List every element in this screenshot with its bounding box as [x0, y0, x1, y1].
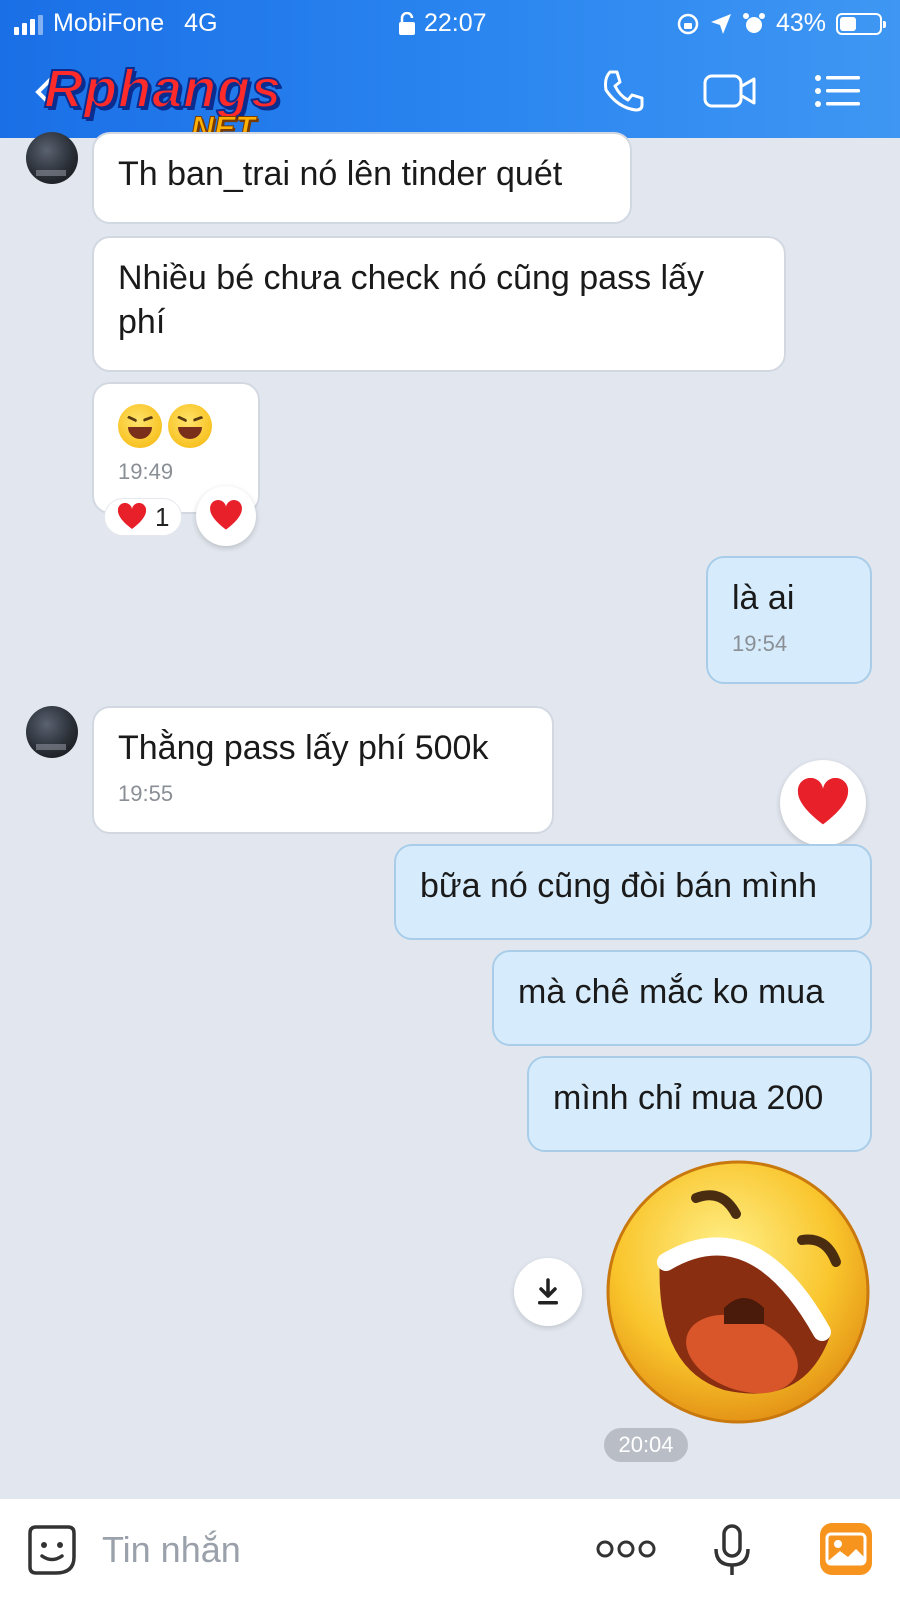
avatar[interactable]	[26, 706, 78, 758]
battery-icon	[836, 12, 886, 35]
message-text: là ai	[732, 579, 795, 617]
chat-header: MobiFone 4G 22:07 43% Rphangs .NET	[0, 0, 900, 147]
network-type: 4G	[184, 9, 218, 37]
heart-icon	[210, 500, 242, 530]
message-bubble-outgoing[interactable]: mình chỉ mua 200	[527, 1056, 872, 1152]
message-list[interactable]: Th ban_trai nó lên tinder quét Nhiều bé …	[0, 132, 900, 1498]
microphone-icon[interactable]	[712, 1523, 752, 1579]
heart-icon	[117, 503, 147, 529]
heart-icon	[797, 778, 849, 825]
signal-icon	[14, 13, 43, 35]
message-emoji-row	[118, 404, 218, 449]
carrier-name: MobiFone	[53, 9, 165, 37]
download-icon	[538, 1278, 558, 1305]
menu-list-icon[interactable]	[812, 66, 862, 116]
message-text: mình chỉ mua 200	[553, 1079, 824, 1117]
phone-icon[interactable]	[598, 66, 648, 116]
grinning-squint-emoji	[118, 404, 162, 449]
message-time: 19:54	[732, 631, 788, 656]
reaction-count-pill[interactable]: 1	[104, 498, 183, 536]
message-bubble-incoming[interactable]: Th ban_trai nó lên tinder quét	[92, 132, 632, 224]
location-icon	[710, 13, 731, 34]
message-text: bữa nó cũng đòi bán mình	[420, 867, 818, 905]
message-text: Thằng pass lấy phí 500k	[118, 729, 489, 767]
message-bubble-outgoing[interactable]: mà chê mắc ko mua	[492, 950, 872, 1046]
message-text: Nhiều bé chưa check nó cũng pass lấy phí	[118, 259, 705, 341]
message-input-bar: Tin nhắn	[0, 1498, 900, 1600]
message-bubble-outgoing[interactable]: là ai 19:54	[706, 556, 872, 684]
message-bubble-incoming[interactable]: Nhiều bé chưa check nó cũng pass lấy phí	[92, 236, 786, 372]
alarm-icon	[742, 12, 765, 33]
message-input[interactable]: Tin nhắn	[102, 1529, 241, 1571]
more-dots-icon[interactable]	[596, 1539, 656, 1559]
sticker-time: 20:04	[604, 1428, 688, 1462]
message-text: Th ban_trai nó lên tinder quét	[118, 155, 563, 193]
laughing-face-sticker[interactable]	[604, 1158, 872, 1426]
reaction-count: 1	[155, 501, 170, 532]
emoji-sticker-icon[interactable]	[26, 1523, 78, 1577]
status-time: 22:07	[424, 9, 487, 37]
lock-icon	[399, 11, 415, 35]
image-gallery-icon[interactable]	[818, 1521, 874, 1577]
download-sticker-button[interactable]	[514, 1258, 582, 1326]
message-time: 19:49	[118, 459, 174, 485]
battery-percent: 43%	[775, 9, 826, 37]
react-heart-button[interactable]	[780, 760, 866, 846]
video-call-icon[interactable]	[702, 66, 758, 116]
grinning-squint-emoji	[168, 404, 212, 449]
react-heart-button[interactable]	[196, 486, 256, 546]
status-bar: MobiFone 4G 22:07 43%	[0, 0, 900, 46]
message-bubble-outgoing[interactable]: bữa nó cũng đòi bán mình	[394, 844, 872, 940]
message-text: mà chê mắc ko mua	[518, 973, 825, 1011]
message-bubble-incoming[interactable]: Thằng pass lấy phí 500k 19:55	[92, 706, 554, 834]
avatar[interactable]	[26, 132, 78, 184]
message-time: 19:55	[118, 781, 174, 806]
rotation-lock-icon	[677, 13, 699, 34]
